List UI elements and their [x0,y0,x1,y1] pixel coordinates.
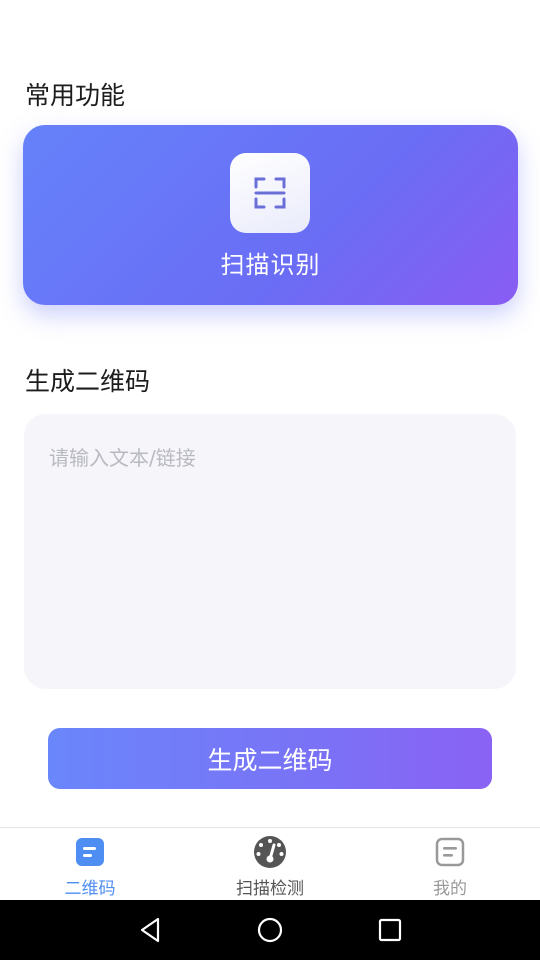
gauge-icon [254,836,286,868]
bottom-tab-bar: 二维码 扫描检测 我的 [0,827,540,900]
tab-mine[interactable]: 我的 [360,828,540,900]
home-circle-icon[interactable] [255,915,285,945]
tab-scan-detect[interactable]: 扫描检测 [180,828,360,900]
tab-qrcode-label: 二维码 [64,879,116,899]
generate-qrcode-button[interactable]: 生成二维码 [48,728,492,789]
scan-frame-icon [254,177,286,209]
scan-recognize-card[interactable]: 扫描识别 [23,125,518,305]
scan-recognize-label: 扫描识别 [220,251,321,279]
profile-card-icon [435,837,465,867]
qrcode-tab-icon [76,838,104,866]
back-triangle-icon[interactable] [136,915,166,945]
system-navigation-bar [0,900,540,960]
text-link-input[interactable] [24,414,516,689]
common-functions-title: 常用功能 [25,81,126,110]
recent-apps-square-icon[interactable] [375,915,405,945]
generate-qrcode-title: 生成二维码 [25,367,151,396]
tab-mine-label: 我的 [433,879,467,899]
tab-qrcode[interactable]: 二维码 [0,828,180,900]
tab-scan-detect-label: 扫描检测 [236,879,304,899]
scan-icon-box [230,153,310,233]
